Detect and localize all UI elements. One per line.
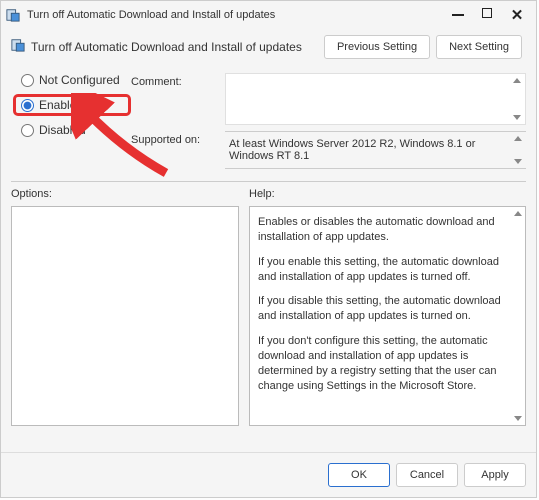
content-area: Turn off Automatic Download and Install … (1, 29, 536, 452)
cancel-button[interactable]: Cancel (396, 463, 458, 487)
scroll-up-icon[interactable] (514, 211, 522, 216)
ok-button[interactable]: OK (328, 463, 390, 487)
policy-name: Turn off Automatic Download and Install … (31, 40, 302, 54)
supported-on-box: At least Windows Server 2012 R2, Windows… (225, 131, 526, 169)
help-panel: Enables or disables the automatic downlo… (249, 206, 526, 426)
scroll-down-icon[interactable] (514, 159, 522, 164)
supported-on-text: At least Windows Server 2012 R2, Windows… (229, 138, 475, 162)
next-setting-button[interactable]: Next Setting (436, 35, 522, 59)
minimize-button[interactable] (452, 14, 464, 16)
config-area: Not Configured Enabled Disabled Comment (11, 73, 526, 169)
nav-buttons: Previous Setting Next Setting (324, 35, 522, 59)
window-title: Turn off Automatic Download and Install … (27, 9, 452, 21)
radio-enabled-input[interactable] (21, 99, 34, 112)
maximize-button[interactable] (482, 8, 492, 18)
radio-not-configured-input[interactable] (21, 74, 34, 87)
comment-textarea[interactable] (225, 73, 526, 125)
policy-icon (5, 7, 21, 23)
options-panel (11, 206, 239, 426)
help-text: Enables or disables the automatic downlo… (258, 215, 507, 245)
radio-not-configured[interactable]: Not Configured (21, 73, 131, 87)
subtitle-wrap: Turn off Automatic Download and Install … (11, 38, 324, 57)
radio-enabled[interactable]: Enabled (13, 94, 131, 116)
help-text: If you don't configure this setting, the… (258, 334, 507, 393)
help-text: If you disable this setting, the automat… (258, 294, 507, 324)
radio-disabled-input[interactable] (21, 124, 34, 137)
scroll-down-icon[interactable] (513, 115, 521, 120)
options-label: Options: (11, 188, 249, 200)
supported-row: Supported on: At least Windows Server 20… (131, 131, 526, 169)
radio-disabled[interactable]: Disabled (21, 123, 131, 137)
panels-row: Enables or disables the automatic downlo… (11, 206, 526, 452)
titlebar: Turn off Automatic Download and Install … (1, 1, 536, 29)
header-row: Turn off Automatic Download and Install … (11, 35, 526, 59)
scroll-down-icon[interactable] (514, 416, 522, 421)
radio-not-configured-label: Not Configured (39, 73, 120, 87)
scroll-up-icon[interactable] (514, 136, 522, 141)
scroll-up-icon[interactable] (513, 78, 521, 83)
state-radio-group: Not Configured Enabled Disabled (11, 73, 131, 169)
close-button[interactable]: ✕ (510, 8, 524, 22)
supported-label: Supported on: (131, 131, 217, 146)
radio-enabled-label: Enabled (39, 98, 83, 112)
radio-disabled-label: Disabled (39, 123, 86, 137)
previous-setting-button[interactable]: Previous Setting (324, 35, 430, 59)
policy-icon (11, 38, 25, 57)
panels-header: Options: Help: (11, 181, 526, 200)
help-text: If you enable this setting, the automati… (258, 255, 507, 285)
comment-label: Comment: (131, 73, 217, 88)
footer-buttons: OK Cancel Apply (1, 452, 536, 497)
policy-editor-window: Turn off Automatic Download and Install … (0, 0, 537, 498)
apply-button[interactable]: Apply (464, 463, 526, 487)
window-controls: ✕ (452, 8, 532, 22)
help-label: Help: (249, 188, 275, 200)
comment-row: Comment: (131, 73, 526, 125)
fields-column: Comment: Supported on: At least Windows … (131, 73, 526, 169)
